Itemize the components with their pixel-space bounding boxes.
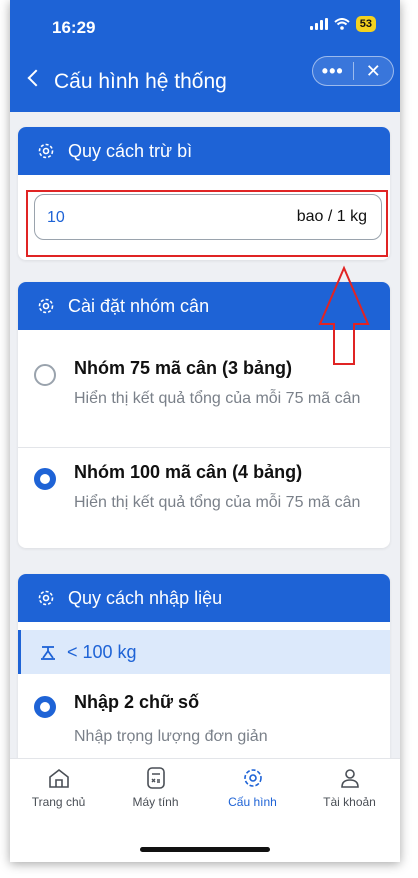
wifi-icon — [334, 18, 350, 30]
tab-label: Máy tính — [132, 795, 179, 809]
option-title: Nhóm 75 mã cân (3 bảng) — [74, 358, 293, 378]
battery-icon: 53 — [355, 16, 376, 32]
annotation-highlight-box — [26, 190, 388, 257]
home-icon — [48, 768, 69, 788]
gear-icon — [243, 769, 262, 787]
input-option-2-digits[interactable]: Nhập 2 chữ số Nhập trọng lượng đơn giản — [18, 682, 390, 762]
app-header: 16:29 53 Cấu hình hệ thống ••• ✕ — [10, 0, 400, 112]
weight-range-label: < 100 kg — [67, 641, 137, 662]
back-icon[interactable] — [27, 69, 45, 87]
tare-card-title: Quy cách trừ bì — [68, 140, 193, 161]
option-desc: Hiển thị kết quả tổng của mỗi 75 mã cân — [74, 390, 361, 407]
tab-account[interactable]: Tài khoản — [301, 767, 398, 809]
group-card-title: Cài đặt nhóm cân — [68, 295, 210, 316]
more-button[interactable]: ••• — [313, 62, 353, 80]
option-desc: Hiển thị kết quả tổng của mỗi 75 mã cân — [74, 494, 361, 511]
group-option-100[interactable]: Nhóm 100 mã cân (4 bảng) Hiển thị kết qu… — [18, 448, 390, 548]
radio-selected[interactable] — [34, 468, 56, 490]
option-title: Nhóm 100 mã cân (4 bảng) — [74, 462, 303, 482]
input-card-title: Quy cách nhập liệu — [68, 587, 223, 608]
settings-icon — [38, 143, 54, 159]
status-icons: 53 — [309, 16, 376, 32]
bottom-tab-bar: Trang chủ Máy tính Cấu hình Tài khoản — [10, 758, 400, 862]
radio-selected[interactable] — [34, 696, 56, 718]
tab-calculator[interactable]: Máy tính — [107, 767, 204, 809]
tab-home[interactable]: Trang chủ — [10, 767, 107, 809]
input-card-header: Quy cách nhập liệu — [18, 574, 390, 622]
page-title: Cấu hình hệ thống — [54, 70, 227, 93]
input-card: Quy cách nhập liệu < 100 kg Nhập 2 chữ s… — [18, 574, 390, 774]
settings-icon — [38, 298, 54, 314]
tab-label: Cấu hình — [228, 795, 277, 809]
home-indicator — [140, 847, 270, 852]
tab-label: Trang chủ — [31, 795, 86, 809]
calculator-icon — [146, 767, 165, 789]
signal-icon — [309, 18, 328, 30]
tare-card-header: Quy cách trừ bì — [18, 127, 390, 175]
mini-program-capsule: ••• ✕ — [312, 56, 394, 86]
tab-label: Tài khoản — [323, 795, 376, 809]
radio-unselected[interactable] — [34, 364, 56, 386]
user-icon — [340, 769, 359, 788]
option-title: Nhập 2 chữ số — [74, 692, 200, 712]
phone-screen: 16:29 53 Cấu hình hệ thống ••• ✕ Quy các… — [10, 0, 400, 862]
tab-settings[interactable]: Cấu hình — [204, 767, 301, 809]
annotation-arrow-icon — [318, 265, 370, 365]
scale-icon — [41, 646, 55, 660]
close-button[interactable]: ✕ — [354, 62, 394, 80]
status-time: 16:29 — [52, 18, 96, 37]
option-desc: Nhập trọng lượng đơn giản — [74, 728, 268, 745]
settings-icon — [38, 590, 54, 606]
weight-range-row: < 100 kg — [18, 630, 390, 674]
